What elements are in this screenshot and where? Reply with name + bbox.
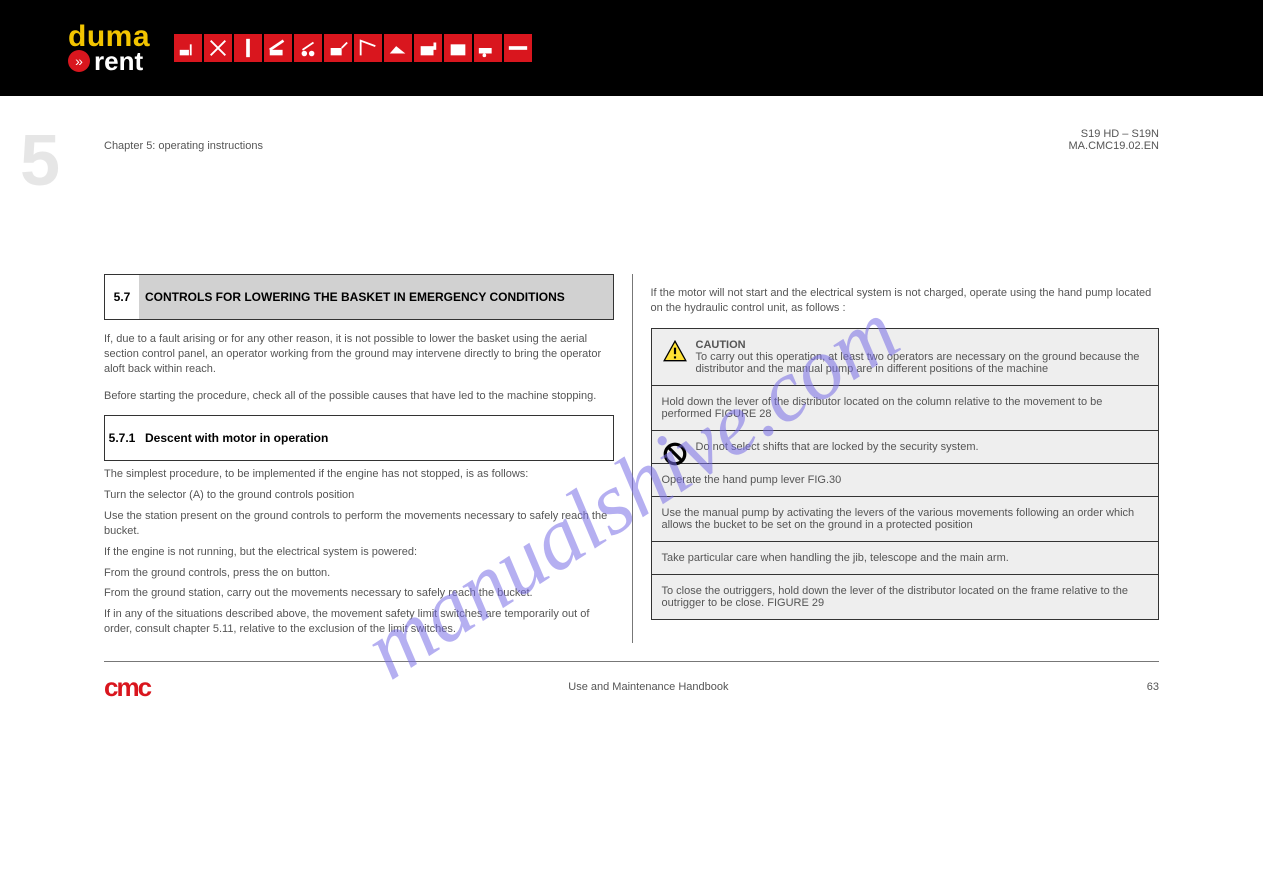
scissor-lift-icon[interactable] bbox=[204, 34, 232, 62]
row-hold-lever: Hold down the lever of the distributor l… bbox=[651, 385, 1159, 430]
step-2: Turn the selector (A) to the ground cont… bbox=[104, 488, 614, 503]
telehandler-icon[interactable] bbox=[264, 34, 292, 62]
caution-text: To carry out this operation, at least tw… bbox=[696, 351, 1140, 375]
intro-paragraph-1: If, due to a fault arising or for any ot… bbox=[104, 332, 614, 377]
page-number: 63 bbox=[1147, 681, 1159, 693]
row-manual-pump: Use the manual pump by activating the le… bbox=[651, 496, 1159, 541]
logo-word-bottom: rent bbox=[94, 48, 143, 74]
row-care: Take particular care when handling the j… bbox=[651, 541, 1159, 574]
warning-triangle-icon bbox=[662, 339, 688, 365]
row-outriggers: To close the outriggers, hold down the l… bbox=[651, 574, 1159, 619]
prohibited-icon bbox=[662, 441, 688, 467]
intro-paragraph-2: Before starting the procedure, check all… bbox=[104, 389, 614, 404]
right-intro: If the motor will not start and the elec… bbox=[651, 286, 1160, 316]
dumper-icon[interactable] bbox=[384, 34, 412, 62]
row-hand-pump: Operate the hand pump lever FIG.30 bbox=[651, 463, 1159, 496]
subsection-title: Descent with motor in operation bbox=[139, 416, 613, 460]
step-6: From the ground station, carry out the m… bbox=[104, 586, 614, 601]
warning-table: CAUTION To carry out this operation, at … bbox=[651, 328, 1160, 620]
section-5-7: 5.7 CONTROLS FOR LOWERING THE BASKET IN … bbox=[104, 274, 614, 320]
step-5: From the ground controls, press the on b… bbox=[104, 566, 614, 581]
subsection-number: 5.7.1 bbox=[105, 416, 139, 460]
caution-row: CAUTION To carry out this operation, at … bbox=[651, 328, 1159, 385]
trailer-icon[interactable] bbox=[474, 34, 502, 62]
section-5-7-1: 5.7.1 Descent with motor in operation bbox=[104, 415, 614, 461]
prohibit-text: Do not select shifts that are locked by … bbox=[696, 441, 979, 453]
crane-icon[interactable] bbox=[354, 34, 382, 62]
boom-lift-icon[interactable] bbox=[234, 34, 262, 62]
compressor-icon[interactable] bbox=[444, 34, 472, 62]
section-title: CONTROLS FOR LOWERING THE BASKET IN EMER… bbox=[139, 275, 613, 319]
page-footer: cmc Use and Maintenance Handbook 63 bbox=[104, 672, 1159, 703]
page-content: 5.7 CONTROLS FOR LOWERING THE BASKET IN … bbox=[104, 274, 1159, 662]
prohibit-row: Do not select shifts that are locked by … bbox=[651, 430, 1159, 463]
doc-header-right: S19 HD – S19N MA.CMC19.02.EN bbox=[1069, 128, 1159, 152]
caution-label: CAUTION bbox=[696, 339, 746, 351]
machine-ref: S19 HD – S19N bbox=[1069, 128, 1159, 140]
arrow-right-icon: » bbox=[68, 50, 90, 72]
excavator-icon[interactable] bbox=[294, 34, 322, 62]
cmc-logo: cmc bbox=[104, 672, 150, 703]
misc-icon[interactable] bbox=[504, 34, 532, 62]
forklift-icon[interactable] bbox=[174, 34, 202, 62]
section-number: 5.7 bbox=[105, 275, 139, 319]
step-3: Use the station present on the ground co… bbox=[104, 509, 614, 539]
generator-icon[interactable] bbox=[414, 34, 442, 62]
top-banner: duma » rent bbox=[0, 0, 1263, 96]
footer-title: Use and Maintenance Handbook bbox=[150, 681, 1147, 693]
left-column: 5.7 CONTROLS FOR LOWERING THE BASKET IN … bbox=[104, 274, 632, 643]
right-column: If the motor will not start and the elec… bbox=[632, 274, 1160, 643]
chapter-heading: Chapter 5: operating instructions bbox=[104, 140, 263, 152]
loader-icon[interactable] bbox=[324, 34, 352, 62]
step-4: If the engine is not running, but the el… bbox=[104, 545, 614, 560]
category-icon-strip bbox=[174, 34, 532, 62]
brand-logo[interactable]: duma » rent bbox=[68, 22, 150, 74]
chapter-number-bg: 5 bbox=[20, 120, 60, 202]
step-7: If in any of the situations described ab… bbox=[104, 607, 614, 637]
doc-code: MA.CMC19.02.EN bbox=[1069, 140, 1159, 152]
step-1: The simplest procedure, to be implemente… bbox=[104, 467, 614, 482]
